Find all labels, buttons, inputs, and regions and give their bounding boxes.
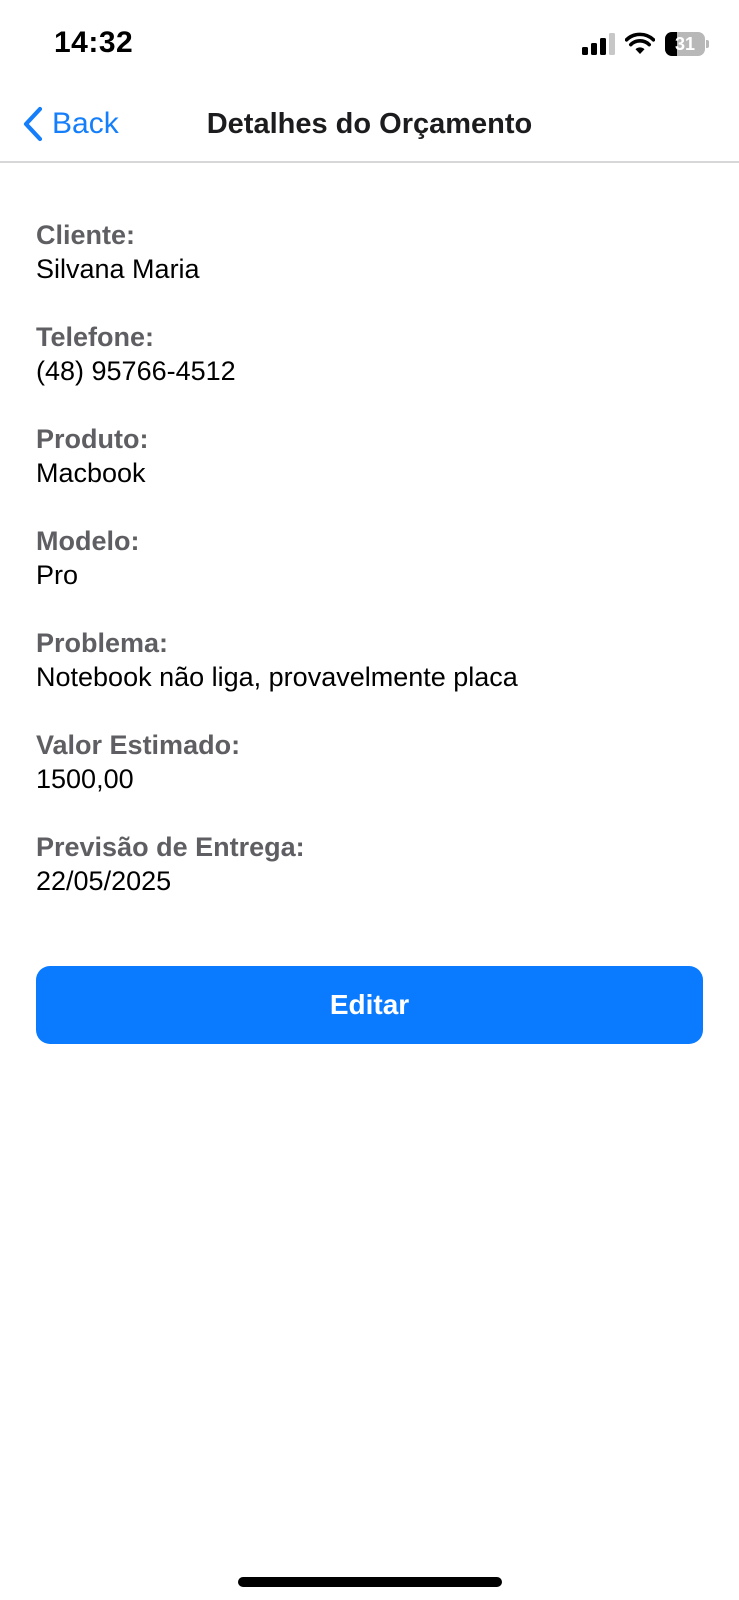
field-value: 1500,00	[36, 764, 134, 794]
battery-level: 31	[674, 34, 696, 54]
back-label: Back	[52, 107, 119, 140]
field-model: Modelo: Pro	[36, 524, 703, 626]
field-label: Modelo:	[36, 526, 140, 556]
field-phone: Telefone: (48) 95766-4512	[36, 320, 703, 422]
home-indicator	[238, 1577, 502, 1587]
chevron-left-icon	[23, 106, 43, 142]
edit-button[interactable]: Editar	[36, 966, 703, 1044]
field-product: Produto: Macbook	[36, 422, 703, 524]
cellular-signal-icon	[582, 33, 615, 55]
field-label: Produto:	[36, 424, 149, 454]
field-problem: Problema: Notebook não liga, provavelmen…	[36, 626, 703, 728]
field-value: Macbook	[36, 458, 146, 488]
status-icons: 31	[582, 30, 709, 58]
field-client: Cliente: Silvana Maria	[36, 218, 703, 320]
field-value: Pro	[36, 560, 79, 590]
field-estimated-value: Valor Estimado: 1500,00	[36, 728, 703, 830]
wifi-icon	[625, 32, 655, 54]
field-label: Valor Estimado:	[36, 730, 241, 760]
field-label: Cliente:	[36, 220, 136, 250]
status-bar: 14:32 31	[0, 0, 739, 88]
field-value: Notebook não liga, provavelmente placa	[36, 662, 518, 692]
field-label: Previsão de Entrega:	[36, 832, 305, 862]
field-label: Telefone:	[36, 322, 155, 352]
back-button[interactable]: Back	[22, 104, 119, 144]
field-value: 22/05/2025	[36, 866, 172, 896]
budget-details: Cliente: Silvana Maria Telefone: (48) 95…	[36, 218, 703, 932]
field-value: (48) 95766-4512	[36, 356, 236, 386]
navigation-bar: Detalhes do Orçamento Back	[0, 88, 739, 163]
battery-icon: 31	[665, 32, 709, 56]
field-label: Problema:	[36, 628, 169, 658]
status-time: 14:32	[54, 26, 134, 59]
field-delivery-forecast: Previsão de Entrega: 22/05/2025	[36, 830, 703, 932]
field-value: Silvana Maria	[36, 254, 200, 284]
